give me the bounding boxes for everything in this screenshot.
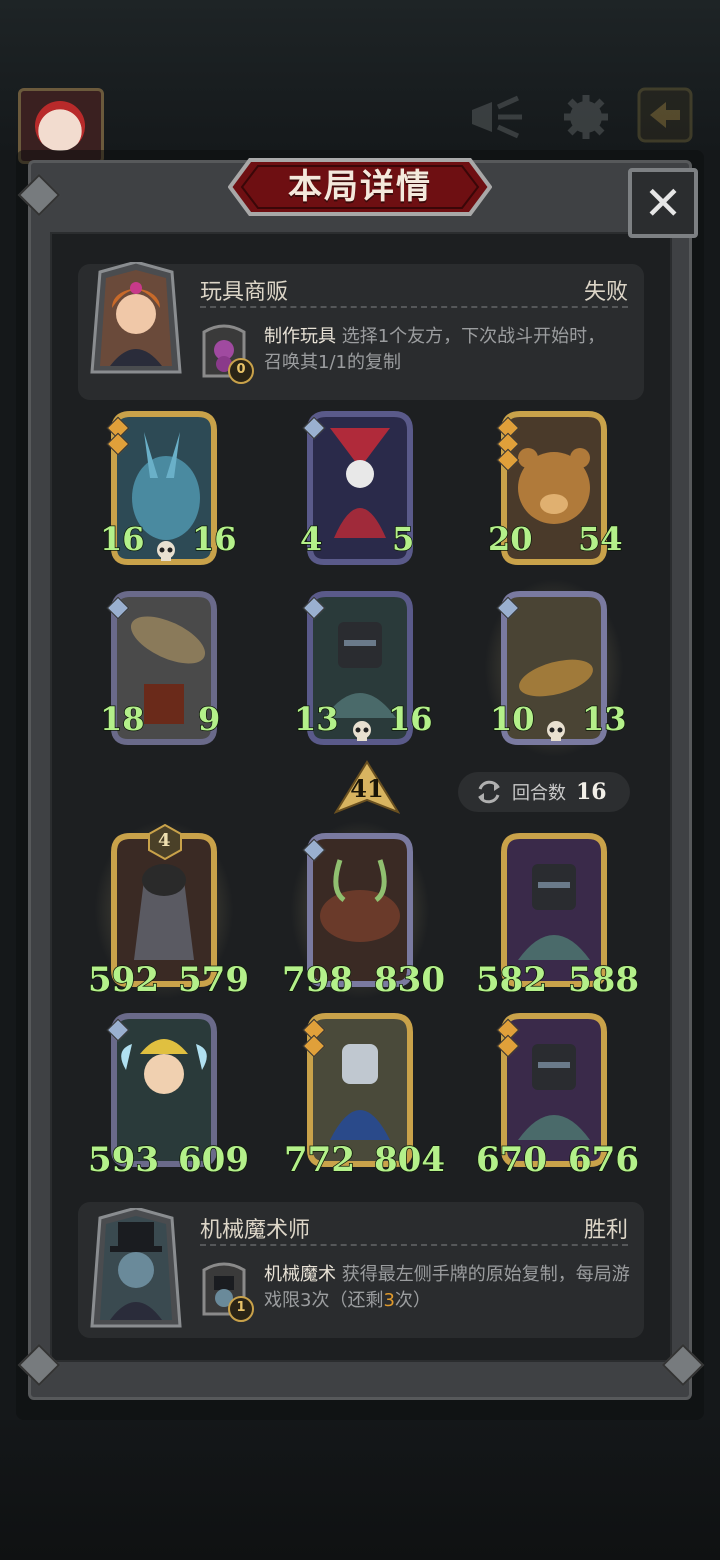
attack-value: 18 [99, 699, 145, 739]
skill-count-badge: 1 [228, 1296, 254, 1322]
skill-name: 制作玩具 [264, 326, 336, 347]
score-value: 41 [350, 774, 384, 803]
exit-icon[interactable] [636, 86, 694, 144]
opponent-minion-card[interactable]: 20 54 [487, 408, 623, 568]
divider [200, 306, 628, 308]
attack-value: 16 [99, 519, 145, 559]
health-value: 54 [577, 519, 623, 559]
health-value: 830 [373, 959, 445, 1001]
player-minion-card[interactable]: 582 588 [475, 830, 640, 1001]
health-value: 9 [197, 699, 221, 739]
player-result: 胜利 [583, 1218, 628, 1243]
attack-value: 798 [281, 959, 353, 1001]
opponent-minion-card[interactable]: 10 13 [484, 578, 627, 758]
close-button[interactable]: ✕ [628, 168, 698, 238]
attack-value: 13 [293, 699, 339, 739]
player-minion-card[interactable]: 670 676 [475, 1010, 640, 1181]
close-icon: ✕ [643, 176, 683, 230]
rounds-value: 16 [576, 779, 607, 805]
opponent-info: 玩具商贩 失败 0 制作玩具 选择1个友方，下次战斗开始时，召唤其1/1的复制 [78, 260, 644, 400]
attack-value: 593 [87, 1139, 159, 1181]
attack-value: 592 [87, 959, 159, 1001]
opponent-portrait [90, 260, 182, 382]
health-value: 5 [391, 519, 415, 559]
player-skill-description: 机械魔术 获得最左侧手牌的原始复制，每局游戏限3次（还剩3次） [264, 1262, 634, 1314]
title-plate: 本局详情 [228, 158, 492, 216]
player-minion-card[interactable]: 593 609 [87, 1010, 250, 1181]
player-info: 机械魔术师 胜利 1 机械魔术 获得最左侧手牌的原始复制，每局游戏限3次（还剩3… [78, 1202, 644, 1338]
attack-value: 10 [489, 699, 535, 739]
attack-value: 670 [475, 1139, 547, 1181]
player-minion-card[interactable]: 798 830 [281, 820, 446, 1001]
health-value: 579 [177, 959, 249, 1001]
player-portrait [90, 1206, 182, 1328]
skill-name: 机械魔术 [264, 1264, 336, 1285]
health-value: 676 [567, 1139, 639, 1181]
player-minion-card[interactable]: 4 592 579 [87, 820, 250, 1001]
skill-text-end: 次） [394, 1290, 431, 1311]
page-title: 本局详情 [288, 167, 432, 207]
opponent-skill-description: 制作玩具 选择1个友方，下次战斗开始时，召唤其1/1的复制 [264, 324, 608, 376]
opponent-minion-card[interactable]: 13 16 [293, 588, 433, 748]
rounds-label: 回合数 [512, 783, 566, 804]
health-value: 609 [177, 1139, 249, 1181]
attack-value: 4 [299, 519, 323, 559]
health-value: 804 [373, 1139, 445, 1181]
health-value: 588 [567, 959, 639, 1001]
background-bottom [0, 1420, 720, 1560]
divider [200, 1244, 628, 1246]
attack-value: 772 [283, 1139, 355, 1181]
opponent-minion-card[interactable]: 4 5 [299, 408, 420, 568]
opponent-minion-card[interactable]: 16 16 [99, 408, 237, 568]
player-name: 机械魔术师 [200, 1218, 311, 1243]
player-minion-card[interactable]: 772 804 [283, 1010, 446, 1181]
skull-icon [547, 721, 565, 741]
skull-icon [353, 721, 371, 741]
gear-icon[interactable] [556, 92, 616, 142]
refresh-icon [478, 780, 500, 804]
health-value: 16 [191, 519, 237, 559]
megaphone-icon[interactable] [466, 92, 526, 142]
skill-remaining: 3 [383, 1290, 395, 1311]
attack-value: 582 [475, 959, 547, 1001]
health-value: 16 [387, 699, 433, 739]
attack-value: 20 [487, 519, 533, 559]
tier-value: 4 [158, 830, 171, 851]
opponent-minion-card[interactable]: 18 9 [99, 588, 224, 748]
opponent-name: 玩具商贩 [200, 280, 289, 305]
skull-icon [157, 541, 175, 561]
rounds-counter: 回合数 16 [458, 772, 630, 812]
health-value: 13 [581, 699, 627, 739]
opponent-result: 失败 [583, 280, 628, 305]
avatar-face [35, 101, 85, 151]
skill-count-badge: 0 [228, 358, 254, 384]
